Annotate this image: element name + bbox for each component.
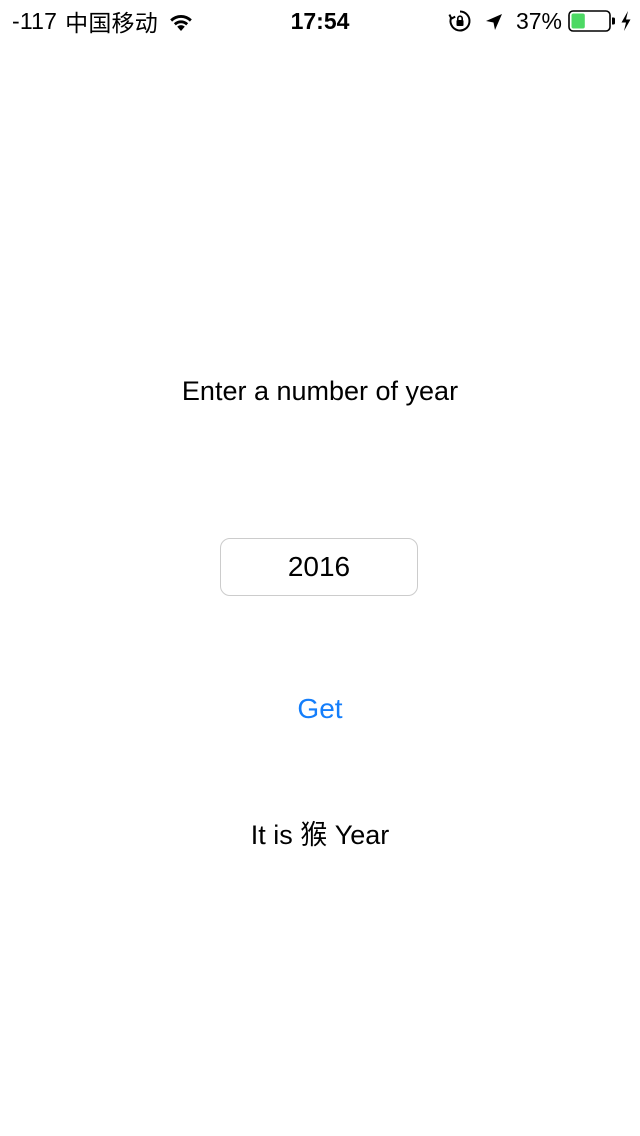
- status-bar-right: 37%: [448, 6, 632, 36]
- charging-icon: [620, 10, 632, 32]
- battery-percent: 37%: [515, 7, 562, 34]
- get-button[interactable]: Get: [260, 688, 380, 730]
- lock-rotation-icon: [448, 9, 472, 33]
- location-icon: [484, 11, 504, 31]
- prompt-label: Enter a number of year: [181, 376, 459, 406]
- battery-icon: [568, 10, 616, 32]
- status-bar: -117 中国移动 17:54 37%: [0, 0, 640, 40]
- result-label: It is 猴 Year: [250, 820, 390, 850]
- year-input[interactable]: [220, 538, 418, 596]
- app-screen: -117 中国移动 17:54 37% Enter a number of ye…: [0, 0, 640, 1136]
